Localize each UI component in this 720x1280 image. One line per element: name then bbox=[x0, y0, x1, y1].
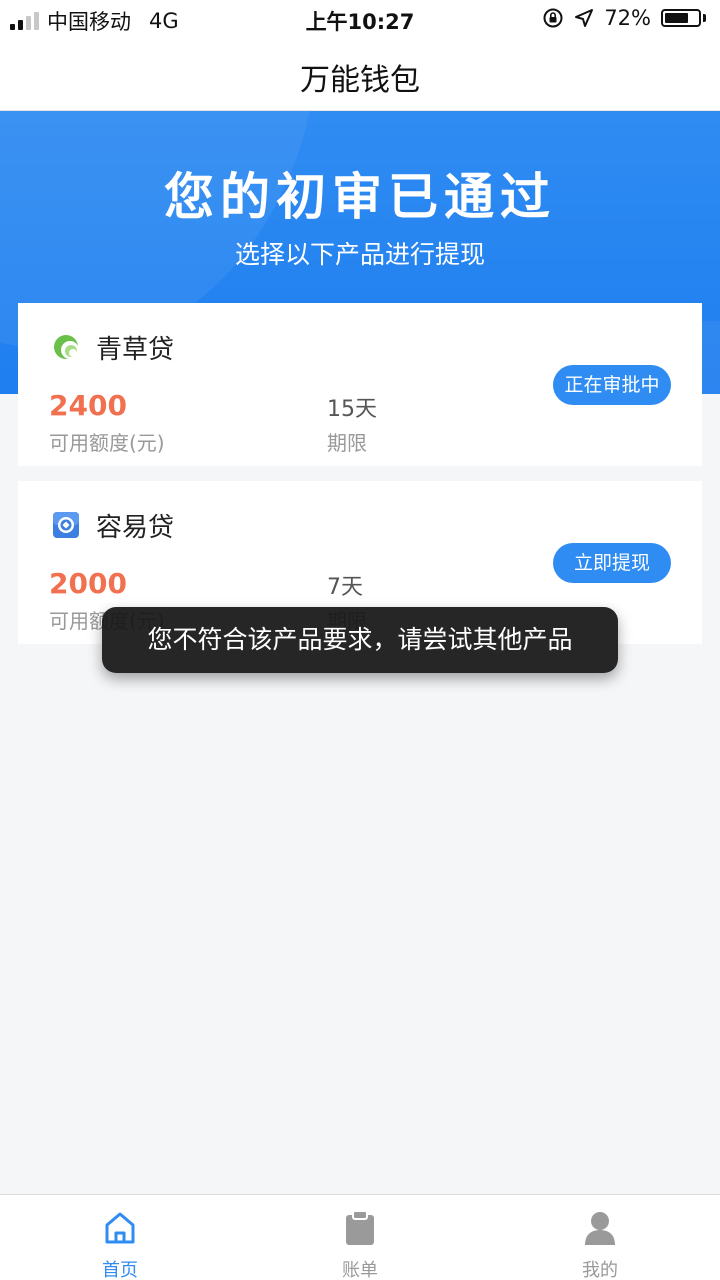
page-title: 万能钱包 bbox=[300, 63, 420, 98]
loan-term: 7天 bbox=[327, 575, 363, 600]
leaf-logo-icon bbox=[54, 335, 79, 359]
tab-bar: 首页 账单 我的 bbox=[0, 1194, 720, 1280]
approval-status-button[interactable]: 正在审批中 bbox=[553, 365, 671, 405]
tab-home[interactable]: 首页 bbox=[0, 1195, 240, 1280]
product-name: 青草贷 bbox=[96, 335, 175, 365]
status-bar: 中国移动 4G 上午10:27 72% bbox=[0, 0, 720, 38]
home-icon bbox=[105, 1212, 135, 1244]
loan-term: 15天 bbox=[327, 397, 377, 422]
network-type: 4G bbox=[149, 9, 179, 33]
clipboard-icon bbox=[346, 1210, 374, 1245]
product-name: 容易贷 bbox=[96, 513, 175, 543]
location-arrow-icon bbox=[575, 9, 594, 27]
app-screen: 中国移动 4G 上午10:27 72% 万能钱包 您的初审已通过 选择以下产品进… bbox=[0, 0, 720, 1280]
battery-icon bbox=[661, 9, 706, 27]
tab-bills[interactable]: 账单 bbox=[240, 1195, 480, 1280]
coin-logo-icon bbox=[53, 512, 79, 538]
loan-term-label: 期限 bbox=[327, 431, 367, 455]
carrier-name: 中国移动 bbox=[47, 10, 131, 34]
navigation-bar: 万能钱包 bbox=[0, 38, 720, 111]
available-amount: 2000 bbox=[49, 567, 127, 600]
banner-subtitle: 选择以下产品进行提现 bbox=[234, 240, 485, 269]
toast-message: 您不符合该产品要求，请尝试其他产品 bbox=[102, 607, 618, 673]
user-icon bbox=[585, 1212, 615, 1245]
orientation-lock-icon bbox=[543, 8, 563, 28]
status-left: 中国移动 4G bbox=[10, 6, 179, 36]
banner-title: 您的初审已通过 bbox=[164, 168, 556, 226]
signal-strength-icon bbox=[10, 12, 39, 30]
withdraw-now-button[interactable]: 立即提现 bbox=[553, 543, 671, 583]
battery-percent: 72% bbox=[604, 6, 651, 30]
available-amount: 2400 bbox=[49, 389, 127, 422]
tab-label: 首页 bbox=[102, 1260, 138, 1280]
tab-mine[interactable]: 我的 bbox=[480, 1195, 720, 1280]
product-card-qingcao[interactable]: 青草贷 2400 可用额度(元) 15天 期限 正在审批中 bbox=[18, 303, 702, 466]
status-right: 72% bbox=[542, 6, 706, 30]
tab-label: 账单 bbox=[342, 1260, 378, 1280]
tab-label: 我的 bbox=[582, 1260, 618, 1280]
available-amount-label: 可用额度(元) bbox=[49, 431, 165, 455]
